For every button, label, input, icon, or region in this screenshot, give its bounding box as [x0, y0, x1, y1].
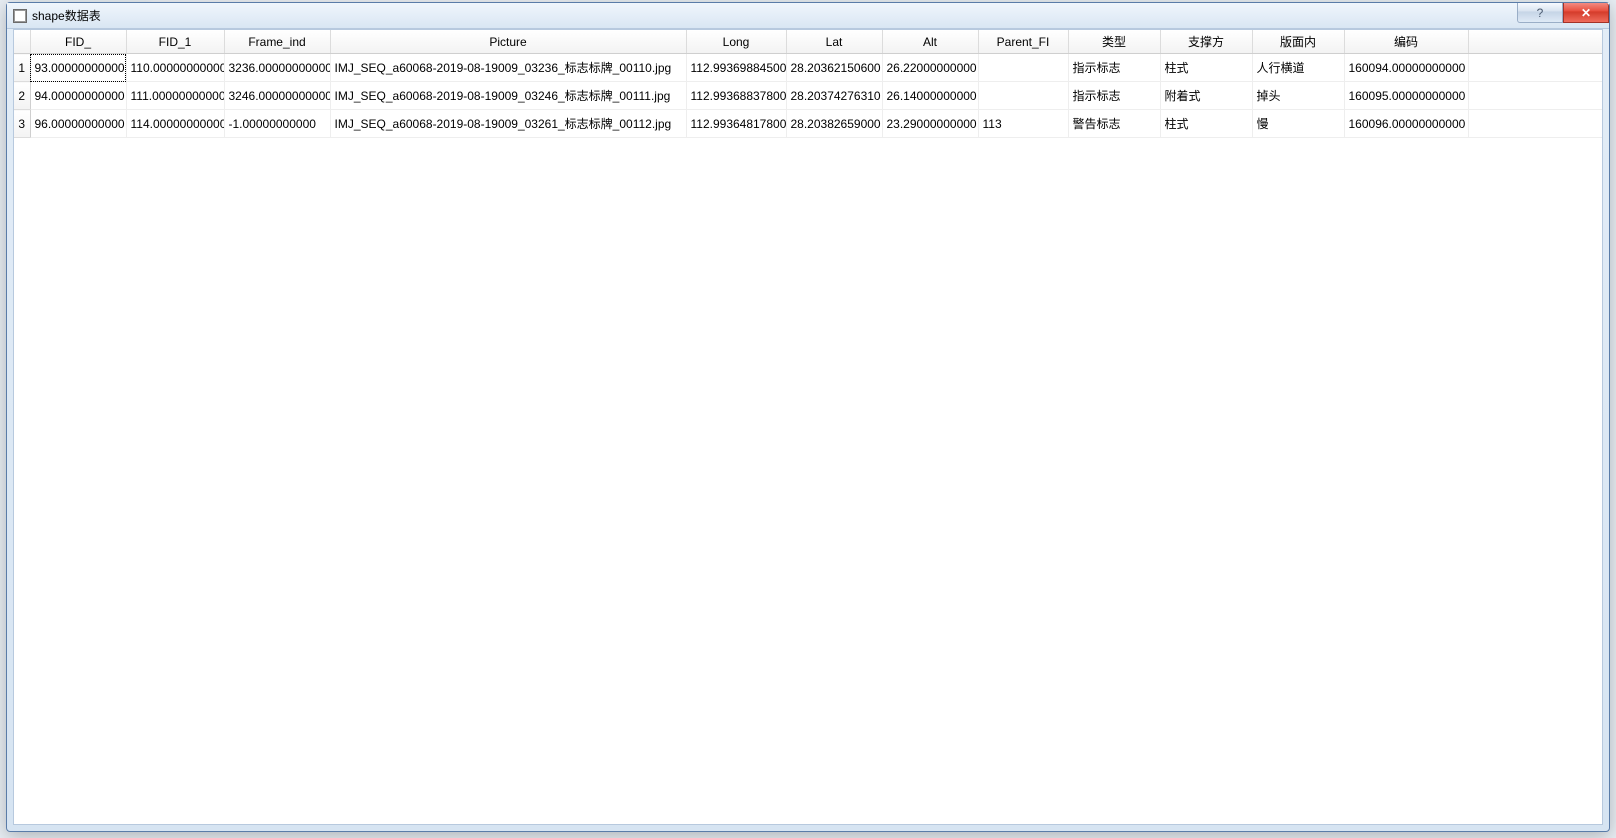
cell-type[interactable]: 指示标志 — [1068, 54, 1160, 82]
cell-filler — [1468, 54, 1602, 82]
cell-panel[interactable]: 掉头 — [1252, 82, 1344, 110]
table-header-row: FID_ FID_1 Frame_ind Picture Long Lat Al… — [14, 30, 1602, 54]
rownum[interactable]: 2 — [14, 82, 30, 110]
col-header-rownum[interactable] — [14, 30, 30, 54]
cell-panel[interactable]: 人行横道 — [1252, 54, 1344, 82]
col-header-fid[interactable]: FID_ — [30, 30, 126, 54]
col-header-code[interactable]: 编码 — [1344, 30, 1468, 54]
col-header-panel[interactable]: 版面内 — [1252, 30, 1344, 54]
cell-parentfi[interactable] — [978, 82, 1068, 110]
rownum[interactable]: 1 — [14, 54, 30, 82]
table-row[interactable]: 396.00000000000114.00000000000-1.0000000… — [14, 110, 1602, 138]
cell-long[interactable]: 112.99368837800 — [686, 82, 786, 110]
help-button[interactable]: ? — [1517, 3, 1563, 23]
window-buttons: ? ✕ — [1517, 3, 1609, 23]
cell-frame[interactable]: 3236.00000000000 — [224, 54, 330, 82]
cell-picture[interactable]: IMJ_SEQ_a60068-2019-08-19009_03246_标志标牌_… — [330, 82, 686, 110]
cell-filler — [1468, 82, 1602, 110]
cell-frame[interactable]: 3246.00000000000 — [224, 82, 330, 110]
client-area: FID_ FID_1 Frame_ind Picture Long Lat Al… — [13, 29, 1603, 825]
data-table[interactable]: FID_ FID_1 Frame_ind Picture Long Lat Al… — [14, 30, 1602, 138]
cell-picture[interactable]: IMJ_SEQ_a60068-2019-08-19009_03236_标志标牌_… — [330, 54, 686, 82]
close-icon: ✕ — [1581, 6, 1591, 20]
cell-long[interactable]: 112.99369884500 — [686, 54, 786, 82]
col-header-parentfi[interactable]: Parent_FI — [978, 30, 1068, 54]
cell-fid[interactable]: 96.00000000000 — [30, 110, 126, 138]
window-system-icon[interactable] — [13, 9, 27, 23]
cell-alt[interactable]: 23.29000000000 — [882, 110, 978, 138]
cell-fid1[interactable]: 110.00000000000 — [126, 54, 224, 82]
cell-filler — [1468, 110, 1602, 138]
cell-lat[interactable]: 28.20362150600 — [786, 54, 882, 82]
window-title: shape数据表 — [32, 7, 101, 24]
col-header-fid1[interactable]: FID_1 — [126, 30, 224, 54]
cell-code[interactable]: 160096.00000000000 — [1344, 110, 1468, 138]
titlebar[interactable]: shape数据表 ? ✕ — [7, 3, 1609, 29]
cell-support[interactable]: 柱式 — [1160, 54, 1252, 82]
col-header-alt[interactable]: Alt — [882, 30, 978, 54]
cell-parentfi[interactable] — [978, 54, 1068, 82]
cell-fid[interactable]: 93.00000000000 — [30, 54, 126, 82]
cell-fid1[interactable]: 111.00000000000 — [126, 82, 224, 110]
cell-code[interactable]: 160095.00000000000 — [1344, 82, 1468, 110]
rownum[interactable]: 3 — [14, 110, 30, 138]
cell-support[interactable]: 附着式 — [1160, 82, 1252, 110]
cell-lat[interactable]: 28.20382659000 — [786, 110, 882, 138]
dialog-window: shape数据表 ? ✕ FID_ FID_1 Fra — [6, 2, 1610, 832]
cell-panel[interactable]: 慢 — [1252, 110, 1344, 138]
table-row[interactable]: 294.00000000000111.000000000003246.00000… — [14, 82, 1602, 110]
cell-frame[interactable]: -1.00000000000 — [224, 110, 330, 138]
cell-fid1[interactable]: 114.00000000000 — [126, 110, 224, 138]
cell-parentfi[interactable]: 113 — [978, 110, 1068, 138]
cell-type[interactable]: 指示标志 — [1068, 82, 1160, 110]
col-header-long[interactable]: Long — [686, 30, 786, 54]
cell-type[interactable]: 警告标志 — [1068, 110, 1160, 138]
cell-picture[interactable]: IMJ_SEQ_a60068-2019-08-19009_03261_标志标牌_… — [330, 110, 686, 138]
col-header-picture[interactable]: Picture — [330, 30, 686, 54]
col-header-type[interactable]: 类型 — [1068, 30, 1160, 54]
cell-lat[interactable]: 28.20374276310 — [786, 82, 882, 110]
table-row[interactable]: 193.00000000000110.000000000003236.00000… — [14, 54, 1602, 82]
cell-alt[interactable]: 26.14000000000 — [882, 82, 978, 110]
help-icon: ? — [1537, 6, 1544, 20]
close-button[interactable]: ✕ — [1563, 3, 1609, 23]
cell-alt[interactable]: 26.22000000000 — [882, 54, 978, 82]
col-header-filler — [1468, 30, 1602, 54]
col-header-frame[interactable]: Frame_ind — [224, 30, 330, 54]
cell-code[interactable]: 160094.00000000000 — [1344, 54, 1468, 82]
col-header-lat[interactable]: Lat — [786, 30, 882, 54]
cell-fid[interactable]: 94.00000000000 — [30, 82, 126, 110]
col-header-support[interactable]: 支撑方 — [1160, 30, 1252, 54]
cell-long[interactable]: 112.99364817800 — [686, 110, 786, 138]
cell-support[interactable]: 柱式 — [1160, 110, 1252, 138]
